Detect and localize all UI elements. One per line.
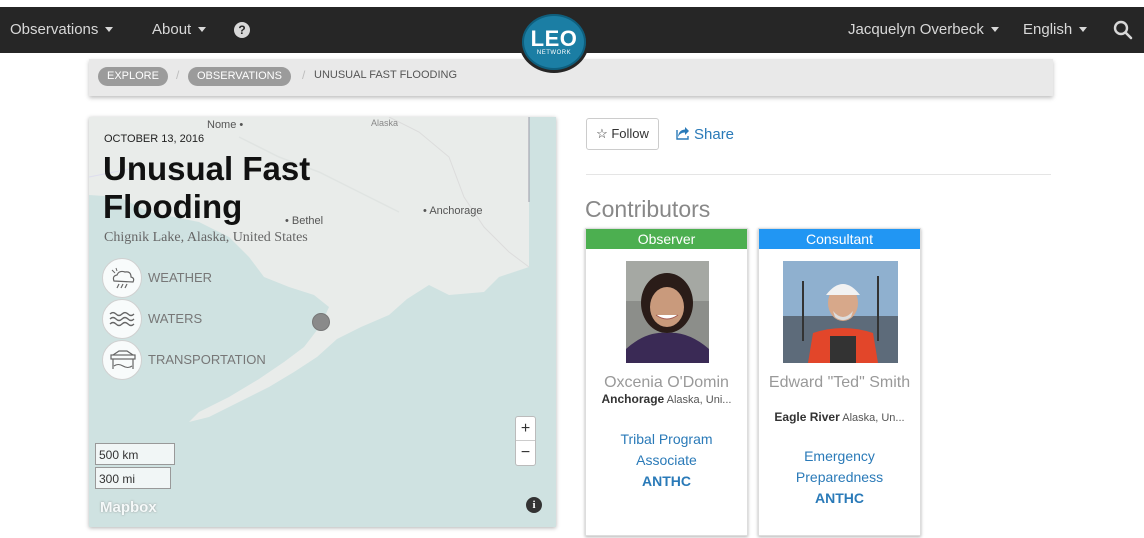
observation-date: OCTOBER 13, 2016 xyxy=(104,133,205,145)
mapbox-logo[interactable]: Mapbox xyxy=(100,499,157,516)
contributor-job[interactable]: Emergency Preparedness ANTHC xyxy=(763,446,916,509)
contributor-job[interactable]: Tribal Program Associate ANTHC xyxy=(590,429,743,492)
weather-icon xyxy=(102,258,142,298)
language-label: English xyxy=(1023,21,1073,38)
contributor-card[interactable]: Consultant Edward "Ted" Smith Eagle Rive… xyxy=(758,228,921,536)
nav-about-label: About xyxy=(152,21,192,38)
search-icon[interactable] xyxy=(1113,20,1133,40)
observation-map[interactable]: Nome • Alaska • Bethel • Anchorage OCTOB… xyxy=(89,117,556,527)
zoom-out-button[interactable]: − xyxy=(516,441,535,465)
caret-down-icon xyxy=(990,26,999,32)
help-icon[interactable]: ? xyxy=(234,22,250,38)
avatar xyxy=(783,261,898,363)
scale-km: 500 km xyxy=(95,443,175,465)
caret-down-icon xyxy=(105,26,114,32)
contributor-city: Eagle River xyxy=(774,410,840,424)
caret-down-icon xyxy=(1079,26,1088,32)
map-label-alaska: Alaska xyxy=(371,118,399,128)
contributor-name: Oxcenia O'Domin xyxy=(604,374,729,391)
map-label-nome: Nome • xyxy=(207,119,244,131)
zoom-in-button[interactable]: + xyxy=(516,417,535,441)
organization: ANTHC xyxy=(642,473,691,489)
divider xyxy=(586,174,1051,175)
nav-observations-label: Observations xyxy=(10,21,99,38)
contributors-heading: Contributors xyxy=(585,196,711,222)
share-link[interactable]: Share xyxy=(676,126,734,143)
waters-icon xyxy=(102,299,142,339)
star-icon: ☆ xyxy=(596,126,608,141)
breadcrumb-current: UNUSUAL FAST FLOODING xyxy=(314,69,458,81)
contributor-region: Alaska, Uni... xyxy=(666,394,732,406)
zoom-controls: + − xyxy=(515,416,536,466)
info-icon[interactable]: i xyxy=(526,497,542,513)
user-menu[interactable]: Jacquelyn Overbeck xyxy=(848,7,999,53)
logo-text: LEO xyxy=(530,26,578,51)
observation-marker[interactable] xyxy=(312,313,330,331)
user-name: Jacquelyn Overbeck xyxy=(848,21,984,38)
tag-label: WATERS xyxy=(148,311,203,326)
job-title: Tribal Program Associate xyxy=(620,431,713,468)
follow-label: Follow xyxy=(611,126,649,141)
follow-button[interactable]: ☆ Follow xyxy=(586,118,659,150)
map-label-anchorage: • Anchorage xyxy=(423,205,483,217)
tag-label: TRANSPORTATION xyxy=(148,352,266,367)
leo-network-logo[interactable]: LEO NETWORK xyxy=(519,11,589,73)
nav-observations-menu[interactable]: Observations xyxy=(10,7,114,53)
tag-label: WEATHER xyxy=(148,270,213,285)
observation-location: Chignik Lake, Alaska, United States xyxy=(104,230,308,245)
role-badge: Observer xyxy=(586,229,747,249)
role-badge: Consultant xyxy=(759,229,920,249)
breadcrumb-separator: / xyxy=(302,68,306,82)
contributor-card[interactable]: Observer Oxcenia O'Domin Anchorage Alask… xyxy=(585,228,748,536)
caret-down-icon xyxy=(198,26,207,32)
contributor-name: Edward "Ted" Smith xyxy=(768,374,911,391)
language-menu[interactable]: English xyxy=(1023,7,1088,53)
nome-label: Nome xyxy=(207,119,237,131)
observation-title: Unusual Fast Flooding xyxy=(103,150,311,225)
contributor-location: Anchorage Alaska, Uni... xyxy=(590,392,743,406)
scale-mi: 300 mi xyxy=(95,467,171,489)
anchorage-label: Anchorage xyxy=(429,205,483,217)
avatar xyxy=(626,261,709,363)
nav-about-menu[interactable]: About xyxy=(152,7,207,53)
contributor-region: Alaska, Un... xyxy=(842,412,905,424)
breadcrumb-explore[interactable]: EXPLORE xyxy=(98,67,168,86)
contributor-city: Anchorage xyxy=(601,392,665,406)
organization: ANTHC xyxy=(815,490,864,506)
job-title: Emergency Preparedness xyxy=(795,448,884,485)
share-label: Share xyxy=(694,126,735,143)
share-icon xyxy=(676,127,689,140)
breadcrumb-separator: / xyxy=(176,68,180,82)
contributor-location: Eagle River Alaska, Un... xyxy=(763,410,916,424)
breadcrumb-observations[interactable]: OBSERVATIONS xyxy=(188,67,291,86)
transportation-icon xyxy=(102,340,142,380)
